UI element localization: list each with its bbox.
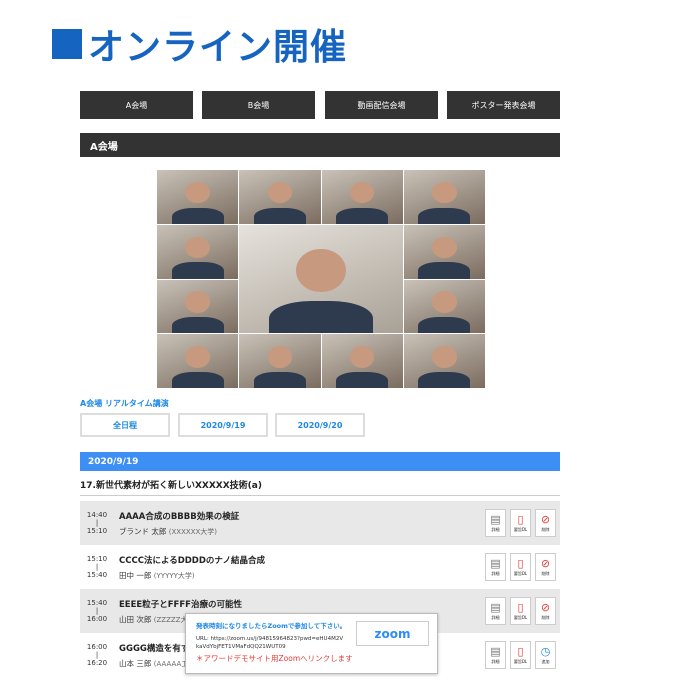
participant-tile bbox=[157, 279, 239, 334]
delete-icon: ⊘ bbox=[540, 556, 551, 570]
participant-tile bbox=[239, 334, 321, 388]
start-time: 15:10 bbox=[86, 555, 108, 563]
participant-tile bbox=[239, 170, 321, 224]
author-name: ブランド 太郎 bbox=[119, 526, 167, 536]
participant-tile bbox=[157, 334, 239, 388]
download-label: 要旨DL bbox=[513, 614, 528, 620]
delete-icon: ⊘ bbox=[540, 600, 551, 614]
detail-label: 詳細 bbox=[491, 570, 500, 576]
download-label: 要旨DL bbox=[513, 658, 528, 664]
poster-venue-button[interactable]: ポスター発表会場 bbox=[447, 91, 560, 119]
realtime-link[interactable]: A会場 リアルタイム講演 bbox=[80, 398, 169, 409]
start-time: 15:40 bbox=[86, 599, 108, 607]
document-icon: ▤ bbox=[490, 512, 501, 526]
document-icon: ▤ bbox=[490, 644, 501, 658]
participant-tile bbox=[403, 224, 485, 279]
action-label: 追加 bbox=[541, 658, 550, 664]
tab-2020-9-20[interactable]: 2020/9/20 bbox=[275, 413, 365, 437]
author-name: 山田 次郎 bbox=[119, 614, 152, 624]
time-separator: | bbox=[95, 519, 99, 527]
end-time: 15:10 bbox=[86, 527, 108, 535]
abstract-download-button[interactable]: ▯ 要旨DL bbox=[510, 553, 531, 581]
participant-tile bbox=[157, 224, 239, 279]
talk-title: EEEE粒子とFFFF治療の可能性 bbox=[119, 599, 242, 610]
author-name: 山本 三郎 bbox=[119, 658, 152, 668]
participant-tile bbox=[157, 170, 239, 224]
delete-button[interactable]: ⊘ 削除 bbox=[535, 553, 556, 581]
time-separator: | bbox=[95, 563, 99, 571]
popup-note: ＊アワードデモサイト用Zoomへリンクします bbox=[196, 654, 353, 663]
section-header: A会場 bbox=[80, 133, 560, 157]
detail-button[interactable]: ▤ 詳細 bbox=[485, 509, 506, 537]
time-separator: | bbox=[95, 651, 99, 659]
document-icon: ▤ bbox=[490, 600, 501, 614]
talk-time: 16:00 | 16:20 bbox=[80, 643, 114, 667]
talk-row: 15:10 | 15:40 CCCC法によるDDDDのナノ結晶合成 田中 一郎 (YY… bbox=[80, 545, 560, 589]
detail-label: 詳細 bbox=[491, 614, 500, 620]
end-time: 15:40 bbox=[86, 571, 108, 579]
detail-label: 詳細 bbox=[491, 526, 500, 532]
zoom-popup: 発表時刻になりましたらZoomで参加して下さい。 URL: https://zo… bbox=[185, 613, 438, 674]
zoom-join-button[interactable]: zoom bbox=[356, 621, 429, 646]
detail-button[interactable]: ▤ 詳細 bbox=[485, 597, 506, 625]
delete-button[interactable]: ⊘ 削除 bbox=[535, 597, 556, 625]
title-square-icon bbox=[52, 29, 82, 59]
time-separator: | bbox=[95, 607, 99, 615]
talk-title: AAAA合成のBBBB効果の検証 bbox=[119, 511, 240, 522]
participant-tile bbox=[403, 279, 485, 334]
talk-time: 15:10 | 15:40 bbox=[80, 555, 114, 579]
pdf-icon: ▯ bbox=[517, 600, 524, 614]
talk-row: 14:40 | 15:10 AAAA合成のBBBB効果の検証 ブランド 太郎 (XXX… bbox=[80, 501, 560, 545]
page-title: オンライン開催 bbox=[52, 18, 347, 70]
page-title-text: オンライン開催 bbox=[88, 27, 348, 68]
delete-icon: ⊘ bbox=[540, 512, 551, 526]
end-time: 16:00 bbox=[86, 615, 108, 623]
video-conference-image bbox=[157, 170, 485, 388]
zoom-url[interactable]: URL: https://zoom.us/j/94815964823?pwd=e… bbox=[196, 635, 346, 651]
tab-all-days[interactable]: 全日程 bbox=[80, 413, 170, 437]
talk-author: 田中 一郎 (YYYYY大学) bbox=[119, 570, 485, 581]
tab-2020-9-19[interactable]: 2020/9/19 bbox=[178, 413, 268, 437]
main-speaker-tile bbox=[239, 224, 403, 334]
talk-time: 14:40 | 15:10 bbox=[80, 511, 114, 535]
start-time: 14:40 bbox=[86, 511, 108, 519]
pdf-icon: ▯ bbox=[517, 556, 524, 570]
download-label: 要旨DL bbox=[513, 570, 528, 576]
abstract-download-button[interactable]: ▯ 要旨DL bbox=[510, 509, 531, 537]
talk-time: 15:40 | 16:00 bbox=[80, 599, 114, 623]
talk-author: ブランド 太郎 (XXXXXX大学) bbox=[119, 526, 485, 537]
end-time: 16:20 bbox=[86, 659, 108, 667]
clock-add-icon: ◷ bbox=[540, 644, 551, 658]
detail-button[interactable]: ▤ 詳細 bbox=[485, 641, 506, 669]
start-time: 16:00 bbox=[86, 643, 108, 651]
video-venue-button[interactable]: 動画配信会場 bbox=[325, 91, 438, 119]
talk-title: CCCC法によるDDDDのナノ結晶合成 bbox=[119, 555, 265, 566]
pdf-icon: ▯ bbox=[517, 512, 524, 526]
session-title: 17.新世代素材が拓く新しいXXXXX技術(a) bbox=[80, 478, 560, 496]
venue-b-button[interactable]: B会場 bbox=[202, 91, 315, 119]
author-name: 田中 一郎 bbox=[119, 570, 152, 580]
detail-label: 詳細 bbox=[491, 658, 500, 664]
detail-button[interactable]: ▤ 詳細 bbox=[485, 553, 506, 581]
add-button[interactable]: ◷ 追加 bbox=[535, 641, 556, 669]
participant-tile bbox=[321, 334, 403, 388]
document-icon: ▤ bbox=[490, 556, 501, 570]
action-label: 削除 bbox=[541, 570, 550, 576]
author-affiliation: (AAAAA工 bbox=[153, 659, 189, 668]
participant-tile bbox=[321, 170, 403, 224]
abstract-download-button[interactable]: ▯ 要旨DL bbox=[510, 597, 531, 625]
pdf-icon: ▯ bbox=[517, 644, 524, 658]
author-affiliation: (YYYYY大学) bbox=[153, 571, 195, 580]
action-label: 削除 bbox=[541, 614, 550, 620]
author-affiliation: (XXXXXX大学) bbox=[168, 527, 218, 536]
participant-tile bbox=[403, 334, 485, 388]
date-header: 2020/9/19 bbox=[80, 452, 560, 471]
participant-tile bbox=[403, 170, 485, 224]
action-label: 削除 bbox=[541, 526, 550, 532]
venue-a-button[interactable]: A会場 bbox=[80, 91, 193, 119]
delete-button[interactable]: ⊘ 削除 bbox=[535, 509, 556, 537]
download-label: 要旨DL bbox=[513, 526, 528, 532]
abstract-download-button[interactable]: ▯ 要旨DL bbox=[510, 641, 531, 669]
